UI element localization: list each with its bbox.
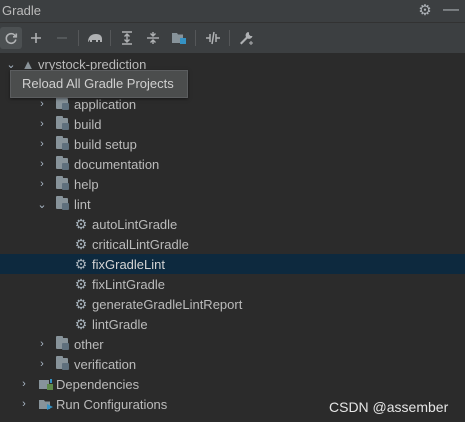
panel-title: Gradle [2, 3, 42, 18]
task-folder-icon [56, 356, 69, 370]
collapse-all-button[interactable] [142, 27, 164, 49]
offline-icon [206, 31, 220, 45]
gear-icon: ⚙ [74, 295, 88, 312]
minus-icon [57, 37, 67, 39]
task-label: criticalLintGradle [92, 237, 189, 252]
group-label: help [74, 177, 99, 192]
task-row[interactable]: ⚙ lintGradle [0, 314, 465, 334]
execute-task-button[interactable] [84, 27, 106, 49]
link-project-button[interactable] [25, 27, 47, 49]
run-configurations-icon [38, 396, 54, 412]
dependencies-button[interactable] [168, 27, 190, 49]
toolbar-separator [195, 30, 196, 46]
expand-all-icon [122, 31, 132, 45]
chevron-right-icon[interactable]: › [36, 354, 48, 374]
group-label: build setup [74, 137, 137, 152]
task-row[interactable]: ⚙ autoLintGradle [0, 214, 465, 234]
unlink-project-button[interactable] [51, 27, 73, 49]
minus-icon[interactable]: — [443, 1, 459, 19]
chevron-right-icon[interactable]: › [36, 174, 48, 194]
gradle-project-tree: ⌄ ▲ vrystock-prediction › application › … [0, 54, 465, 422]
task-folder-icon [56, 336, 69, 350]
task-folder-icon [56, 156, 69, 170]
task-label: autoLintGradle [92, 217, 178, 232]
wrench-icon [240, 32, 253, 45]
group-label: application [74, 97, 137, 112]
task-folder-icon [56, 96, 69, 110]
node-label: Run Configurations [56, 397, 168, 412]
chevron-right-icon[interactable]: › [36, 134, 48, 154]
chevron-right-icon[interactable]: › [18, 394, 30, 414]
dependencies-node[interactable]: › Dependencies [0, 374, 465, 394]
tree-group-row[interactable]: › other [0, 334, 465, 354]
expand-all-button[interactable] [116, 27, 138, 49]
task-label: fixGradleLint [92, 257, 165, 272]
chevron-right-icon[interactable]: › [36, 114, 48, 134]
toolbar-separator [78, 30, 79, 46]
task-folder-icon [56, 176, 69, 190]
tree-group-row[interactable]: ⌄ lint [0, 194, 465, 214]
tool-window-header: Gradle ⚙ — [0, 0, 465, 23]
task-folder-icon [56, 196, 69, 210]
gear-icon: ⚙ [74, 215, 88, 232]
group-label: documentation [74, 157, 160, 172]
tree-group-row[interactable]: › documentation [0, 154, 465, 174]
tree-group-row[interactable]: › help [0, 174, 465, 194]
task-row[interactable]: ⚙ fixLintGradle [0, 274, 465, 294]
plus-icon [31, 33, 41, 43]
task-folder-icon [56, 136, 69, 150]
task-label: generateGradleLintReport [92, 297, 243, 312]
build-settings-button[interactable] [235, 27, 257, 49]
node-label: Dependencies [56, 377, 140, 392]
chevron-right-icon[interactable]: › [36, 154, 48, 174]
tree-group-row[interactable]: › build [0, 114, 465, 134]
watermark: CSDN @assember [329, 399, 449, 415]
chevron-right-icon[interactable]: › [18, 374, 30, 394]
task-row[interactable]: ⚙ generateGradleLintReport [0, 294, 465, 314]
gear-icon: ⚙ [74, 255, 88, 272]
tree-group-row[interactable]: › verification [0, 354, 465, 374]
dependencies-icon [172, 33, 186, 44]
refresh-icon [5, 32, 18, 44]
gradle-toolbar [0, 23, 465, 54]
toggle-offline-button[interactable] [202, 27, 224, 49]
dependencies-icon [38, 376, 54, 392]
group-label: verification [74, 357, 137, 372]
gear-icon: ⚙ [74, 275, 88, 292]
task-folder-icon [56, 116, 69, 130]
reload-all-button[interactable] [0, 27, 22, 49]
elephant-icon [88, 34, 102, 42]
group-label: lint [74, 197, 91, 212]
group-label: build [74, 117, 102, 132]
gear-icon[interactable]: ⚙ [417, 1, 433, 19]
toolbar-separator [110, 30, 111, 46]
task-row-selected[interactable]: ⚙ fixGradleLint [0, 254, 465, 274]
group-label: other [74, 337, 104, 352]
tree-group-row[interactable]: › build setup [0, 134, 465, 154]
gear-icon: ⚙ [74, 235, 88, 252]
collapse-all-icon [147, 32, 159, 44]
chevron-right-icon[interactable]: › [36, 334, 48, 354]
gear-icon: ⚙ [74, 315, 88, 332]
task-label: lintGradle [92, 317, 148, 332]
tooltip: Reload All Gradle Projects [10, 70, 188, 98]
task-row[interactable]: ⚙ criticalLintGradle [0, 234, 465, 254]
chevron-down-icon[interactable]: ⌄ [36, 194, 48, 214]
toolbar-separator [229, 30, 230, 46]
task-label: fixLintGradle [92, 277, 165, 292]
